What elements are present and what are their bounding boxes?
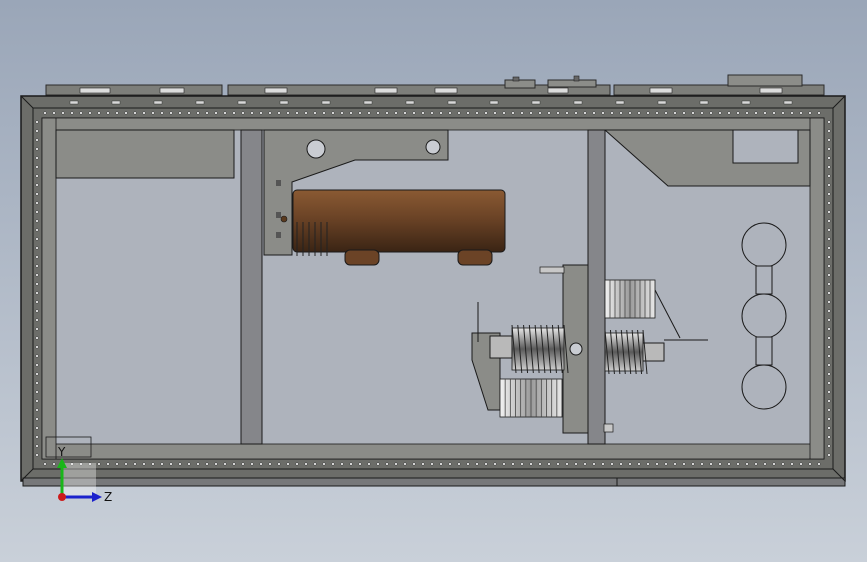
triad-y-label: Y: [57, 445, 66, 459]
terminal-cutouts: [741, 222, 787, 410]
cad-graphics-viewport[interactable]: Y Z: [0, 0, 867, 562]
triad-z-label: Z: [104, 490, 112, 504]
left-mounting-plate: [55, 129, 235, 179]
